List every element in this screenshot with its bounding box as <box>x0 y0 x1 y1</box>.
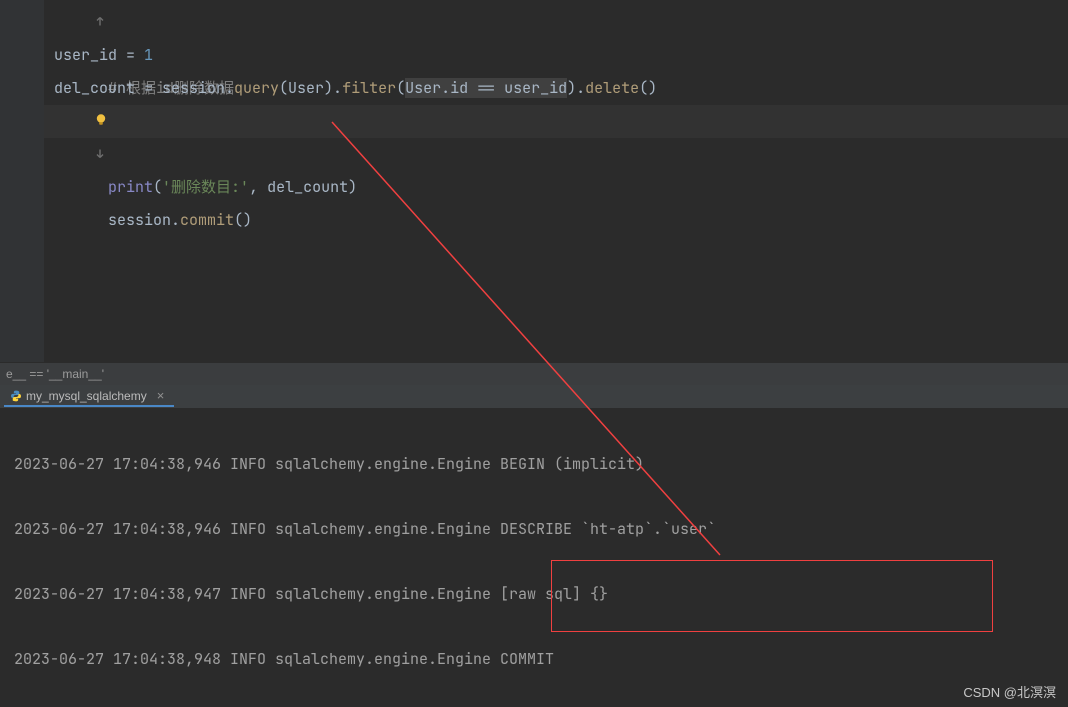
code-line: user_id = 1 <box>44 39 1068 72</box>
print-call: print <box>108 177 153 197</box>
code-line: # 根据id删除数据 <box>44 6 1068 39</box>
watermark: CSDN @北溟溟 <box>963 682 1056 701</box>
tab-label: my_mysql_sqlalchemy <box>26 386 147 406</box>
code-line: session.commit() <box>44 138 1068 171</box>
python-icon <box>10 390 22 402</box>
close-icon[interactable]: × <box>157 386 165 406</box>
run-tab-bar: my_mysql_sqlalchemy × <box>0 385 1068 409</box>
breadcrumb[interactable]: e__ == '__main__' <box>0 362 1068 385</box>
code-line-highlighted: print('删除数目:', del_count) <box>44 105 1068 138</box>
console-line: 2023-06-27 17:04:38,946 INFO sqlalchemy.… <box>14 448 1054 481</box>
console-line: 2023-06-27 17:04:38,948 INFO sqlalchemy.… <box>14 643 1054 676</box>
run-console[interactable]: 2023-06-27 17:04:38,946 INFO sqlalchemy.… <box>0 409 1068 707</box>
code-line: del_count = session.query(User).filter(U… <box>44 72 1068 105</box>
console-line: 2023-06-27 17:04:38,946 INFO sqlalchemy.… <box>14 513 1054 546</box>
code-editor[interactable]: # 根据id删除数据 user_id = 1 del_count = sessi… <box>0 0 1068 362</box>
console-line: 2023-06-27 17:04:38,947 INFO sqlalchemy.… <box>14 578 1054 611</box>
tab-my-mysql-sqlalchemy[interactable]: my_mysql_sqlalchemy × <box>4 387 174 407</box>
fold-icon[interactable] <box>22 105 106 204</box>
